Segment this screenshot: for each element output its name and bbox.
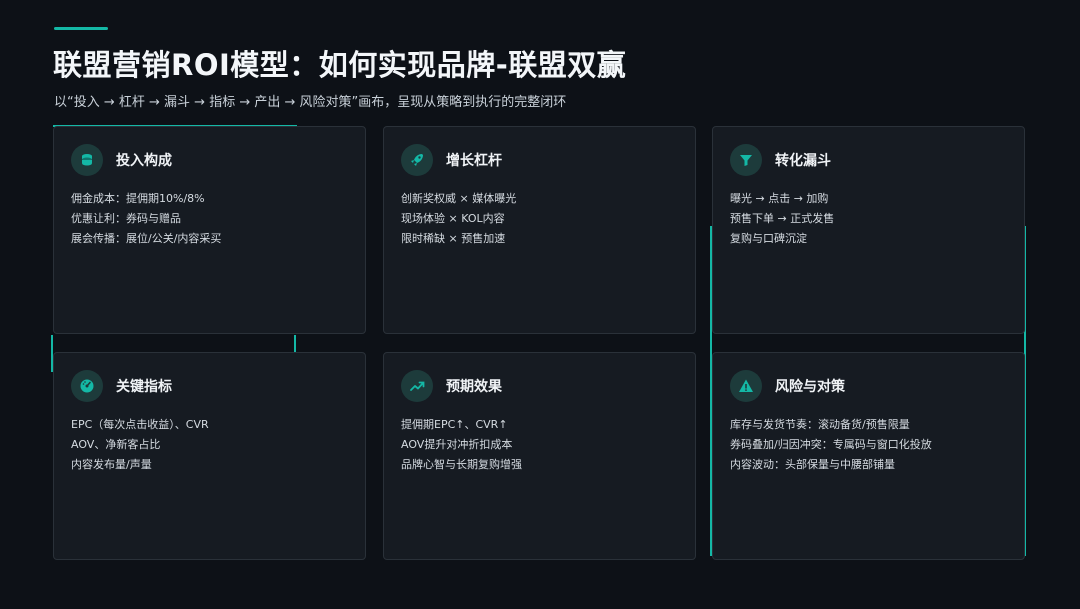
rocket-icon	[401, 144, 433, 176]
card-line: 券码叠加/归因冲突：专属码与窗口化投放	[730, 438, 932, 451]
warning-icon	[730, 370, 762, 402]
gauge-icon	[71, 370, 103, 402]
card-title: 关键指标	[116, 379, 172, 395]
card-line: 佣金成本：提佣期10%/8%	[71, 192, 205, 205]
card-line: 内容波动：头部保量与中腰部铺量	[730, 458, 895, 471]
card-title: 投入构成	[116, 153, 172, 169]
card-title: 风险与对策	[775, 379, 845, 395]
card-line: 提佣期EPC↑、CVR↑	[401, 418, 508, 431]
card-title: 预期效果	[446, 379, 502, 395]
card-risks-and-countermeasures: 风险与对策 库存与发货节奏：滚动备货/预售限量 券码叠加/归因冲突：专属码与窗口…	[712, 352, 1025, 560]
card-line: 曝光 → 点击 → 加购	[730, 192, 829, 205]
card-title: 转化漏斗	[775, 153, 831, 169]
card-investment: 投入构成 佣金成本：提佣期10%/8% 优惠让利：券码与赠品 展会传播：展位/公…	[53, 126, 366, 334]
card-line: 限时稀缺 × 预售加速	[401, 232, 506, 245]
page-subtitle: 以“投入 → 杠杆 → 漏斗 → 指标 → 产出 → 风险对策”画布，呈现从策略…	[54, 95, 567, 110]
coins-icon	[71, 144, 103, 176]
card-title: 增长杠杆	[446, 153, 502, 169]
card-line: 复购与口碑沉淀	[730, 232, 807, 245]
card-line: AOV、净新客占比	[71, 438, 161, 451]
trend-up-icon	[401, 370, 433, 402]
card-line: EPC（每次点击收益）、CVR	[71, 418, 209, 431]
page-title: 联盟营销ROI模型：如何实现品牌-联盟双赢	[53, 48, 627, 82]
card-line: AOV提升对冲折扣成本	[401, 438, 513, 451]
card-line: 库存与发货节奏：滚动备货/预售限量	[730, 418, 910, 431]
card-growth-levers: 增长杠杆 创新奖权威 × 媒体曝光 现场体验 × KOL内容 限时稀缺 × 预售…	[383, 126, 696, 334]
card-line: 优惠让利：券码与赠品	[71, 212, 181, 225]
frame-accent-mid	[294, 335, 296, 352]
card-line: 创新奖权威 × 媒体曝光	[401, 192, 517, 205]
card-key-metrics: 关键指标 EPC（每次点击收益）、CVR AOV、净新客占比 内容发布量/声量	[53, 352, 366, 560]
title-accent-bar	[54, 27, 108, 30]
funnel-icon	[730, 144, 762, 176]
card-line: 品牌心智与长期复购增强	[401, 458, 522, 471]
card-line: 预售下单 → 正式发售	[730, 212, 835, 225]
card-conversion-funnel: 转化漏斗 曝光 → 点击 → 加购 预售下单 → 正式发售 复购与口碑沉淀	[712, 126, 1025, 334]
card-line: 展会传播：展位/公关/内容采买	[71, 232, 222, 245]
card-expected-results: 预期效果 提佣期EPC↑、CVR↑ AOV提升对冲折扣成本 品牌心智与长期复购增…	[383, 352, 696, 560]
card-line: 内容发布量/声量	[71, 458, 152, 471]
card-line: 现场体验 × KOL内容	[401, 212, 505, 225]
